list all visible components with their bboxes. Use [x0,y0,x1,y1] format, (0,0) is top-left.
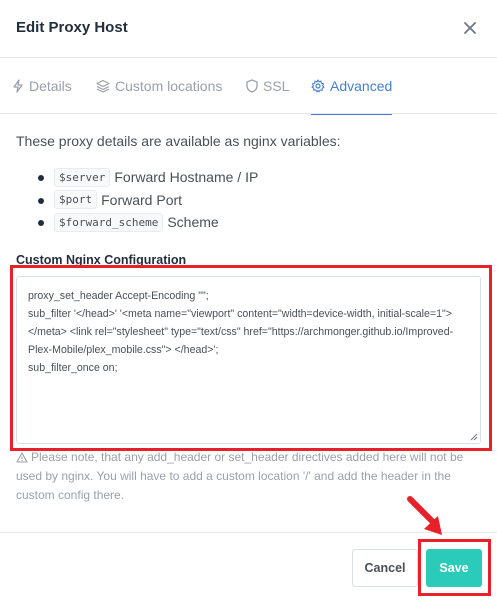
tab-details[interactable]: Details [12,58,72,114]
resize-handle-icon[interactable] [470,433,478,441]
warning-icon [16,452,28,463]
gear-icon [311,79,325,93]
variable-code: $port [54,190,98,210]
modal-header: Edit Proxy Host [0,0,497,58]
variable-description: Forward Port [101,191,183,208]
save-button[interactable]: Save [426,549,482,587]
tab-bar: Details Custom locations SSL Advanced [0,58,497,115]
list-item: $port Forward Port [16,189,258,212]
cancel-button[interactable]: Cancel [352,549,418,587]
shield-icon [246,79,258,93]
close-button[interactable] [458,16,482,40]
tab-advanced[interactable]: Advanced [311,58,393,115]
modal-footer [0,532,497,602]
warning-text: Please note, that any add_header or set_… [16,450,464,502]
tab-label: Custom locations [115,78,223,94]
config-text: proxy_set_header Accept-Encoding ""; sub… [28,290,454,374]
variable-description: Scheme [167,214,219,231]
list-item: $server Forward Hostname / IP [16,166,258,189]
config-label: Custom Nginx Configuration [16,253,187,267]
bolt-icon [13,79,23,93]
tab-label: Advanced [330,78,393,94]
variables-list: $server Forward Hostname / IP $port Forw… [16,166,258,234]
close-icon [464,22,476,34]
tab-label: SSL [263,78,290,94]
tab-label: Details [29,78,72,94]
custom-nginx-config-textarea[interactable]: proxy_set_header Accept-Encoding ""; sub… [16,276,481,444]
modal-title: Edit Proxy Host [16,19,128,36]
arrow-icon [407,496,442,535]
intro-text: These proxy details are available as ngi… [16,133,341,149]
variable-code: $server [54,167,111,187]
variable-description: Forward Hostname / IP [114,169,259,186]
tab-ssl[interactable]: SSL [246,58,289,114]
variable-code: $forward_scheme [54,212,164,232]
list-item: $forward_scheme Scheme [16,211,258,234]
layers-icon [96,79,110,93]
tab-custom-locations[interactable]: Custom locations [96,58,222,114]
